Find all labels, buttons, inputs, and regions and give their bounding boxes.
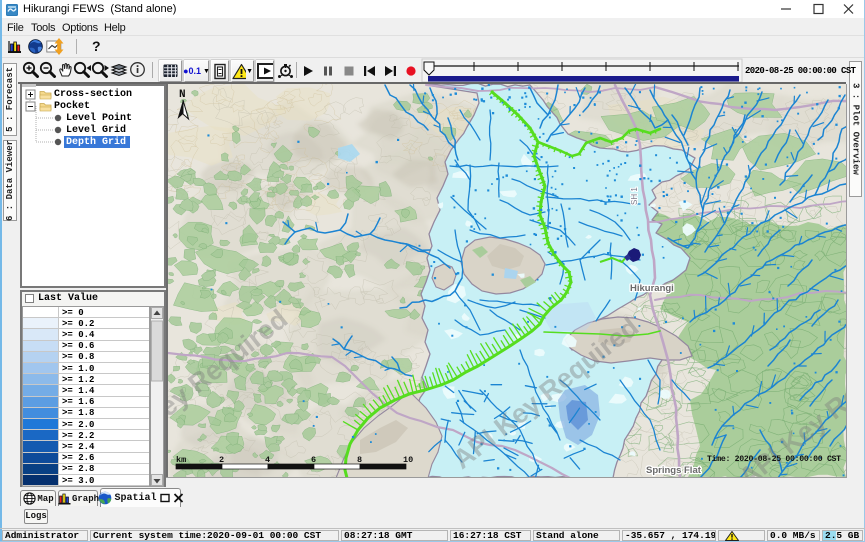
svg-text:10: 10	[403, 455, 413, 465]
svg-text:N: N	[179, 89, 186, 101]
svg-text:2: 2	[219, 455, 224, 465]
svg-text:Hikurangi: Hikurangi	[630, 283, 674, 294]
svg-text:8: 8	[357, 455, 362, 465]
svg-text:SH 1: SH 1	[630, 187, 639, 205]
svg-text:Springs Flat: Springs Flat	[646, 465, 702, 476]
svg-text:Time: 2020-08-25 00:00:00 CST: Time: 2020-08-25 00:00:00 CST	[707, 454, 841, 464]
svg-text:km: km	[176, 455, 186, 465]
svg-text:4: 4	[265, 455, 270, 465]
svg-text:6: 6	[311, 455, 316, 465]
